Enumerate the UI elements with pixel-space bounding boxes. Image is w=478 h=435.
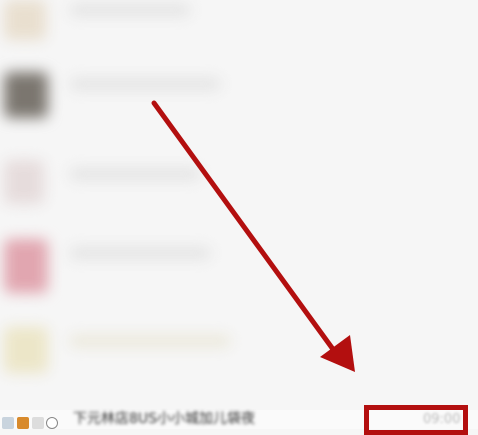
arrow-shaft: [151, 100, 338, 355]
diagonal-arrow-icon: [151, 100, 355, 372]
